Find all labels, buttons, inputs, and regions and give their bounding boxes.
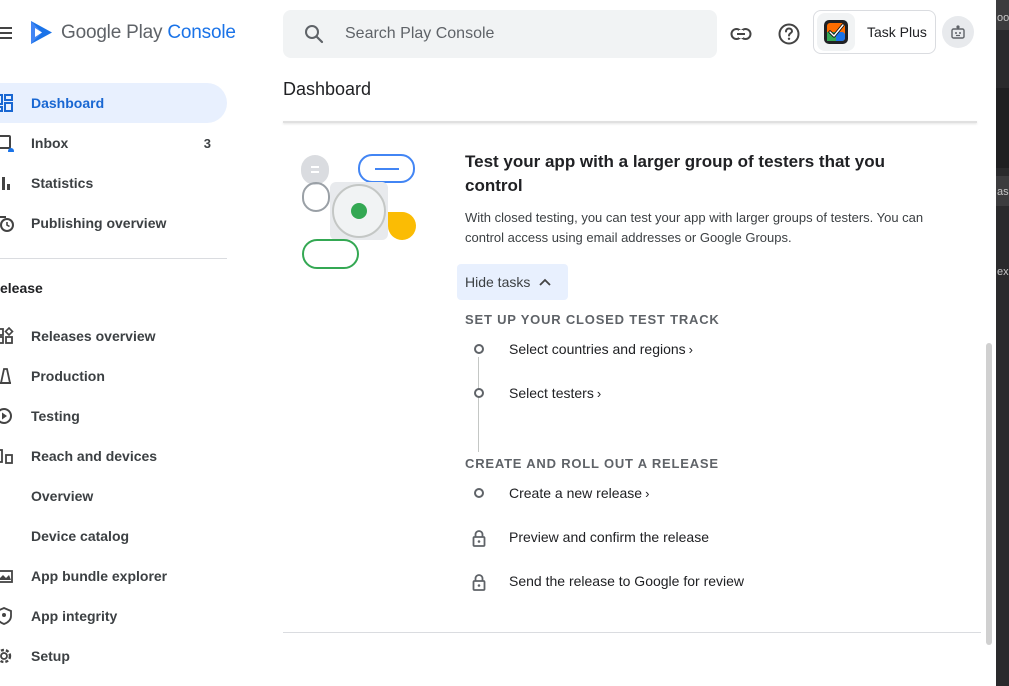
sidebar-item-app-integrity[interactable]: App integrity bbox=[0, 596, 227, 636]
sidebar-item-label: App bundle explorer bbox=[31, 568, 168, 584]
play-console-logo-icon bbox=[31, 21, 52, 44]
play-console-logo[interactable]: Google Play Console bbox=[28, 19, 236, 46]
lock-icon bbox=[472, 530, 486, 547]
sidebar-item-releases-overview[interactable]: Releases overview bbox=[0, 316, 227, 356]
statistics-icon bbox=[2, 177, 10, 190]
page-title: Dashboard bbox=[283, 79, 372, 99]
background-text-2: as bbox=[997, 186, 1009, 198]
background-window-edge: oo as ex bbox=[996, 0, 1009, 686]
setup-gear-icon bbox=[0, 648, 12, 664]
task-plus-app-icon bbox=[817, 13, 855, 51]
account-icon bbox=[951, 25, 965, 39]
task-group-title: SET UP YOUR CLOSED TEST TRACK bbox=[465, 312, 720, 327]
sidebar-item-label: Overview bbox=[31, 488, 94, 504]
hide-tasks-label: Hide tasks bbox=[465, 274, 531, 290]
app-name: Task Plus bbox=[867, 24, 927, 40]
task-status-circle-icon bbox=[474, 344, 484, 354]
sidebar-item-production[interactable]: Production bbox=[0, 356, 227, 396]
closed-testing-illustration bbox=[301, 154, 416, 269]
releases-overview-icon bbox=[0, 327, 14, 344]
reach-devices-icon bbox=[0, 449, 13, 464]
task-create-release[interactable]: Create a new release › bbox=[470, 484, 870, 504]
sidebar-section-release: elease bbox=[0, 280, 43, 296]
sidebar-item-dashboard[interactable]: Dashboard bbox=[0, 83, 227, 123]
publishing-overview-icon bbox=[0, 216, 14, 232]
card-bottom-divider bbox=[283, 632, 981, 633]
card-description: With closed testing, you can test your a… bbox=[465, 210, 924, 245]
account-avatar[interactable] bbox=[942, 16, 974, 48]
inbox-icon bbox=[0, 135, 14, 152]
production-icon bbox=[0, 368, 12, 384]
sidebar-item-label: Testing bbox=[31, 408, 80, 424]
sidebar-divider bbox=[0, 258, 227, 259]
sidebar-item-label: Reach and devices bbox=[31, 448, 158, 464]
testing-icon bbox=[0, 408, 12, 424]
task-label: Send the release to Google for review bbox=[509, 573, 745, 589]
chevron-right-icon: › bbox=[645, 486, 650, 501]
task-label: Select testers bbox=[509, 385, 594, 401]
task-timeline-connector bbox=[478, 357, 479, 452]
task-label: Create a new release bbox=[509, 485, 643, 501]
sidebar-item-statistics[interactable]: Statistics bbox=[0, 163, 227, 203]
sidebar-item-label: Statistics bbox=[31, 175, 94, 191]
chevron-right-icon: › bbox=[688, 342, 694, 357]
search-placeholder: Search Play Console bbox=[345, 25, 495, 42]
task-preview-confirm-release: Preview and confirm the release bbox=[470, 528, 870, 548]
sidebar-item-setup[interactable]: Setup bbox=[0, 636, 227, 676]
chevron-right-icon: › bbox=[596, 386, 602, 401]
task-select-testers[interactable]: Select testers › bbox=[470, 384, 870, 404]
sidebar-item-label: App integrity bbox=[31, 608, 118, 624]
sidebar-item-label: Inbox bbox=[31, 135, 69, 151]
card-title: Test your app with a larger group of tes… bbox=[465, 152, 886, 195]
sidebar-item-testing[interactable]: Testing bbox=[0, 396, 227, 436]
play-console-window: oo as ex Google Play Console Search Play… bbox=[0, 0, 1009, 686]
sidebar-item-label: Publishing overview bbox=[31, 215, 167, 231]
sidebar-item-label: Setup bbox=[31, 648, 70, 664]
task-send-for-review: Send the release to Google for review bbox=[470, 572, 870, 592]
hide-tasks-button[interactable]: Hide tasks bbox=[457, 264, 568, 300]
task-group-title: CREATE AND ROLL OUT A RELEASE bbox=[465, 456, 719, 471]
app-selector[interactable]: Task Plus bbox=[813, 10, 936, 54]
task-label: Preview and confirm the release bbox=[509, 529, 709, 545]
background-text-3: ex bbox=[997, 266, 1009, 278]
sidebar-item-label: Device catalog bbox=[31, 528, 130, 544]
app-bundle-icon bbox=[0, 570, 13, 583]
task-select-countries[interactable]: Select countries and regions › bbox=[470, 340, 870, 360]
sidebar-item-inbox[interactable]: Inbox 3 bbox=[0, 123, 227, 163]
sidebar-item-label: Releases overview bbox=[31, 328, 156, 344]
title-divider bbox=[283, 121, 977, 123]
search-icon bbox=[305, 25, 324, 44]
task-label: Select countries and regions bbox=[509, 341, 686, 357]
brand-name: Google Play Console bbox=[61, 21, 236, 43]
dashboard-icon bbox=[0, 94, 13, 112]
sidebar-item-label: Production bbox=[31, 368, 105, 384]
link-icon[interactable] bbox=[727, 20, 755, 48]
task-status-circle-icon bbox=[474, 488, 484, 498]
sidebar-item-overview[interactable]: Overview bbox=[0, 476, 227, 516]
chevron-up-icon bbox=[539, 278, 551, 286]
task-status-circle-icon bbox=[474, 388, 484, 398]
sidebar-item-app-bundle-explorer[interactable]: App bundle explorer bbox=[0, 556, 227, 596]
sidebar-item-publishing-overview[interactable]: Publishing overview bbox=[0, 203, 227, 243]
sidebar-item-label: Dashboard bbox=[31, 95, 105, 111]
lock-icon bbox=[472, 574, 486, 591]
sidebar-item-device-catalog[interactable]: Device catalog bbox=[0, 516, 227, 556]
sidebar-item-reach-and-devices[interactable]: Reach and devices bbox=[0, 436, 227, 476]
vertical-scrollbar[interactable] bbox=[986, 343, 992, 645]
inbox-count-badge: 3 bbox=[203, 135, 211, 151]
search-bar[interactable]: Search Play Console bbox=[283, 10, 717, 58]
hamburger-menu-icon[interactable] bbox=[0, 27, 12, 41]
background-text-1: oo bbox=[997, 12, 1009, 24]
app-integrity-icon bbox=[0, 607, 12, 625]
help-icon[interactable] bbox=[775, 20, 803, 48]
